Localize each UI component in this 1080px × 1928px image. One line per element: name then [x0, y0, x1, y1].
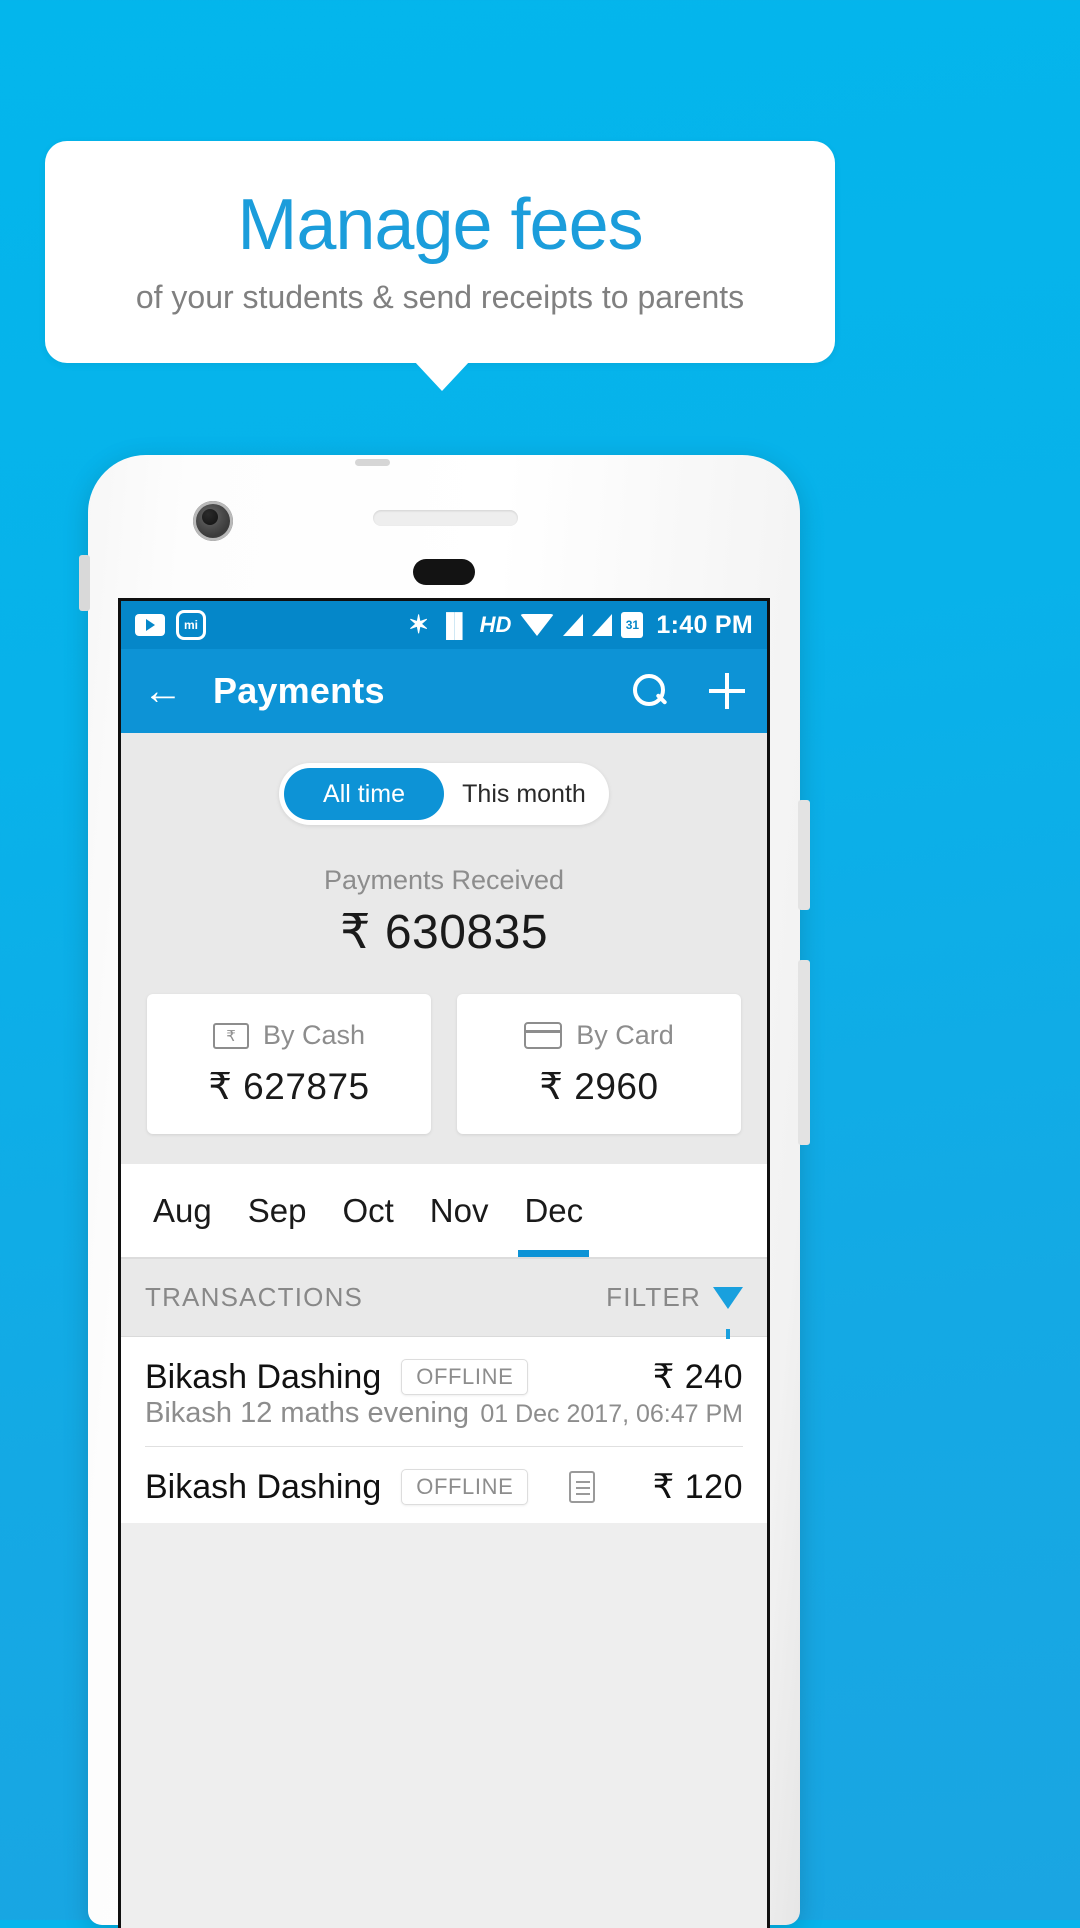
status-bar-left-icons: mi	[135, 610, 206, 640]
back-arrow-icon[interactable]: ←	[143, 671, 189, 711]
transactions-header: TRANSACTIONS FILTER	[121, 1259, 767, 1339]
phone-screen: mi ✶ ▐▌ HD 31 1:40 PM ← Payments All tim…	[118, 598, 770, 1928]
page-title: Payments	[213, 670, 385, 711]
table-row[interactable]: Bikash Dashing OFFLINE ₹ 120	[121, 1447, 767, 1523]
status-bar-time: 1:40 PM	[656, 610, 753, 639]
signal-icon-2	[592, 614, 613, 636]
month-tab-bar: Aug Sep Oct Nov Dec	[121, 1164, 767, 1259]
front-camera-icon	[193, 501, 233, 541]
transaction-row-top: Bikash Dashing OFFLINE ₹ 240	[145, 1357, 743, 1397]
by-cash-label: By Cash	[262, 1020, 366, 1050]
promo-title: Manage fees	[237, 184, 643, 265]
credit-card-icon	[524, 1022, 563, 1049]
transactions-label: TRANSACTIONS	[145, 1282, 364, 1312]
transaction-row-bottom: Bikash 12 maths evening 01 Dec 2017, 06:…	[145, 1397, 743, 1447]
vibrate-icon: ▐▌	[438, 611, 471, 638]
by-card-label: By Card	[576, 1020, 674, 1050]
by-card-card[interactable]: By Card ₹ 2960	[457, 994, 741, 1134]
cash-note-icon: ₹	[212, 1022, 249, 1049]
transaction-name: Bikash Dashing	[145, 1357, 382, 1396]
hd-icon: HD	[479, 612, 512, 637]
tab-dec[interactable]: Dec	[506, 1164, 601, 1257]
payments-received-amount: ₹ 630835	[339, 906, 549, 959]
receipt-icon[interactable]	[568, 1471, 595, 1503]
notification-led	[413, 559, 475, 585]
filter-button[interactable]: FILTER	[606, 1282, 743, 1339]
phone-left-nub	[79, 555, 90, 611]
filter-label: FILTER	[606, 1282, 701, 1312]
promo-callout-tail	[414, 361, 470, 391]
mi-cloud-icon: mi	[176, 610, 206, 640]
status-badge: OFFLINE	[401, 1469, 529, 1505]
payments-received-label: Payments Received	[323, 865, 565, 895]
tab-aug[interactable]: Aug	[135, 1164, 230, 1257]
filter-funnel-icon	[713, 1286, 743, 1339]
by-cash-card-head: ₹ By Cash	[147, 1020, 431, 1051]
transaction-list: Bikash Dashing OFFLINE ₹ 240 Bikash 12 m…	[121, 1337, 767, 1523]
phone-top-sensor	[355, 459, 390, 466]
calendar-icon: 31	[621, 612, 644, 638]
transaction-amount: ₹ 240	[652, 1358, 743, 1396]
by-card-card-head: By Card	[457, 1020, 741, 1051]
segment-all-time[interactable]: All time	[284, 768, 444, 820]
tab-sep[interactable]: Sep	[230, 1164, 325, 1257]
segment-this-month[interactable]: This month	[444, 768, 604, 820]
earpiece-speaker	[373, 510, 518, 526]
phone-volume-button	[798, 800, 810, 910]
toolbar-actions	[633, 673, 745, 709]
search-icon[interactable]	[633, 674, 667, 708]
signal-icon-1	[563, 614, 584, 636]
transaction-description: Bikash 12 maths evening	[145, 1397, 470, 1429]
tab-oct[interactable]: Oct	[324, 1164, 411, 1257]
status-bar-right-icons: ✶ ▐▌ HD 31 1:40 PM	[408, 611, 753, 640]
table-row[interactable]: Bikash Dashing OFFLINE ₹ 240 Bikash 12 m…	[121, 1337, 767, 1447]
transaction-row-top: Bikash Dashing OFFLINE ₹ 120	[145, 1467, 743, 1507]
summary-panel: All time This month Payments Received ₹ …	[121, 733, 767, 1164]
youtube-icon	[135, 614, 165, 636]
time-range-segmented-control: All time This month	[279, 763, 609, 825]
transaction-date: 01 Dec 2017, 06:47 PM	[480, 1400, 743, 1428]
by-cash-amount: ₹ 627875	[208, 1066, 370, 1107]
transaction-amount: ₹ 120	[652, 1468, 743, 1506]
phone-mockup: mi ✶ ▐▌ HD 31 1:40 PM ← Payments All tim…	[79, 455, 810, 1928]
wifi-icon	[520, 614, 555, 636]
payment-method-cards: ₹ By Cash ₹ 627875 By Card ₹ 2960	[121, 960, 767, 1164]
transaction-row-bottom	[145, 1507, 743, 1523]
add-payment-icon[interactable]	[709, 673, 745, 709]
status-bar: mi ✶ ▐▌ HD 31 1:40 PM	[121, 601, 767, 649]
tab-nov[interactable]: Nov	[412, 1164, 507, 1257]
phone-power-button	[798, 960, 810, 1145]
status-badge: OFFLINE	[401, 1359, 529, 1395]
promo-subtitle: of your students & send receipts to pare…	[135, 278, 745, 315]
app-toolbar: ← Payments	[121, 649, 767, 733]
transaction-name: Bikash Dashing	[145, 1467, 382, 1506]
by-cash-card[interactable]: ₹ By Cash ₹ 627875	[147, 994, 431, 1134]
bluetooth-icon: ✶	[408, 610, 430, 639]
by-card-amount: ₹ 2960	[539, 1066, 659, 1107]
promo-callout: Manage fees of your students & send rece…	[45, 141, 835, 363]
